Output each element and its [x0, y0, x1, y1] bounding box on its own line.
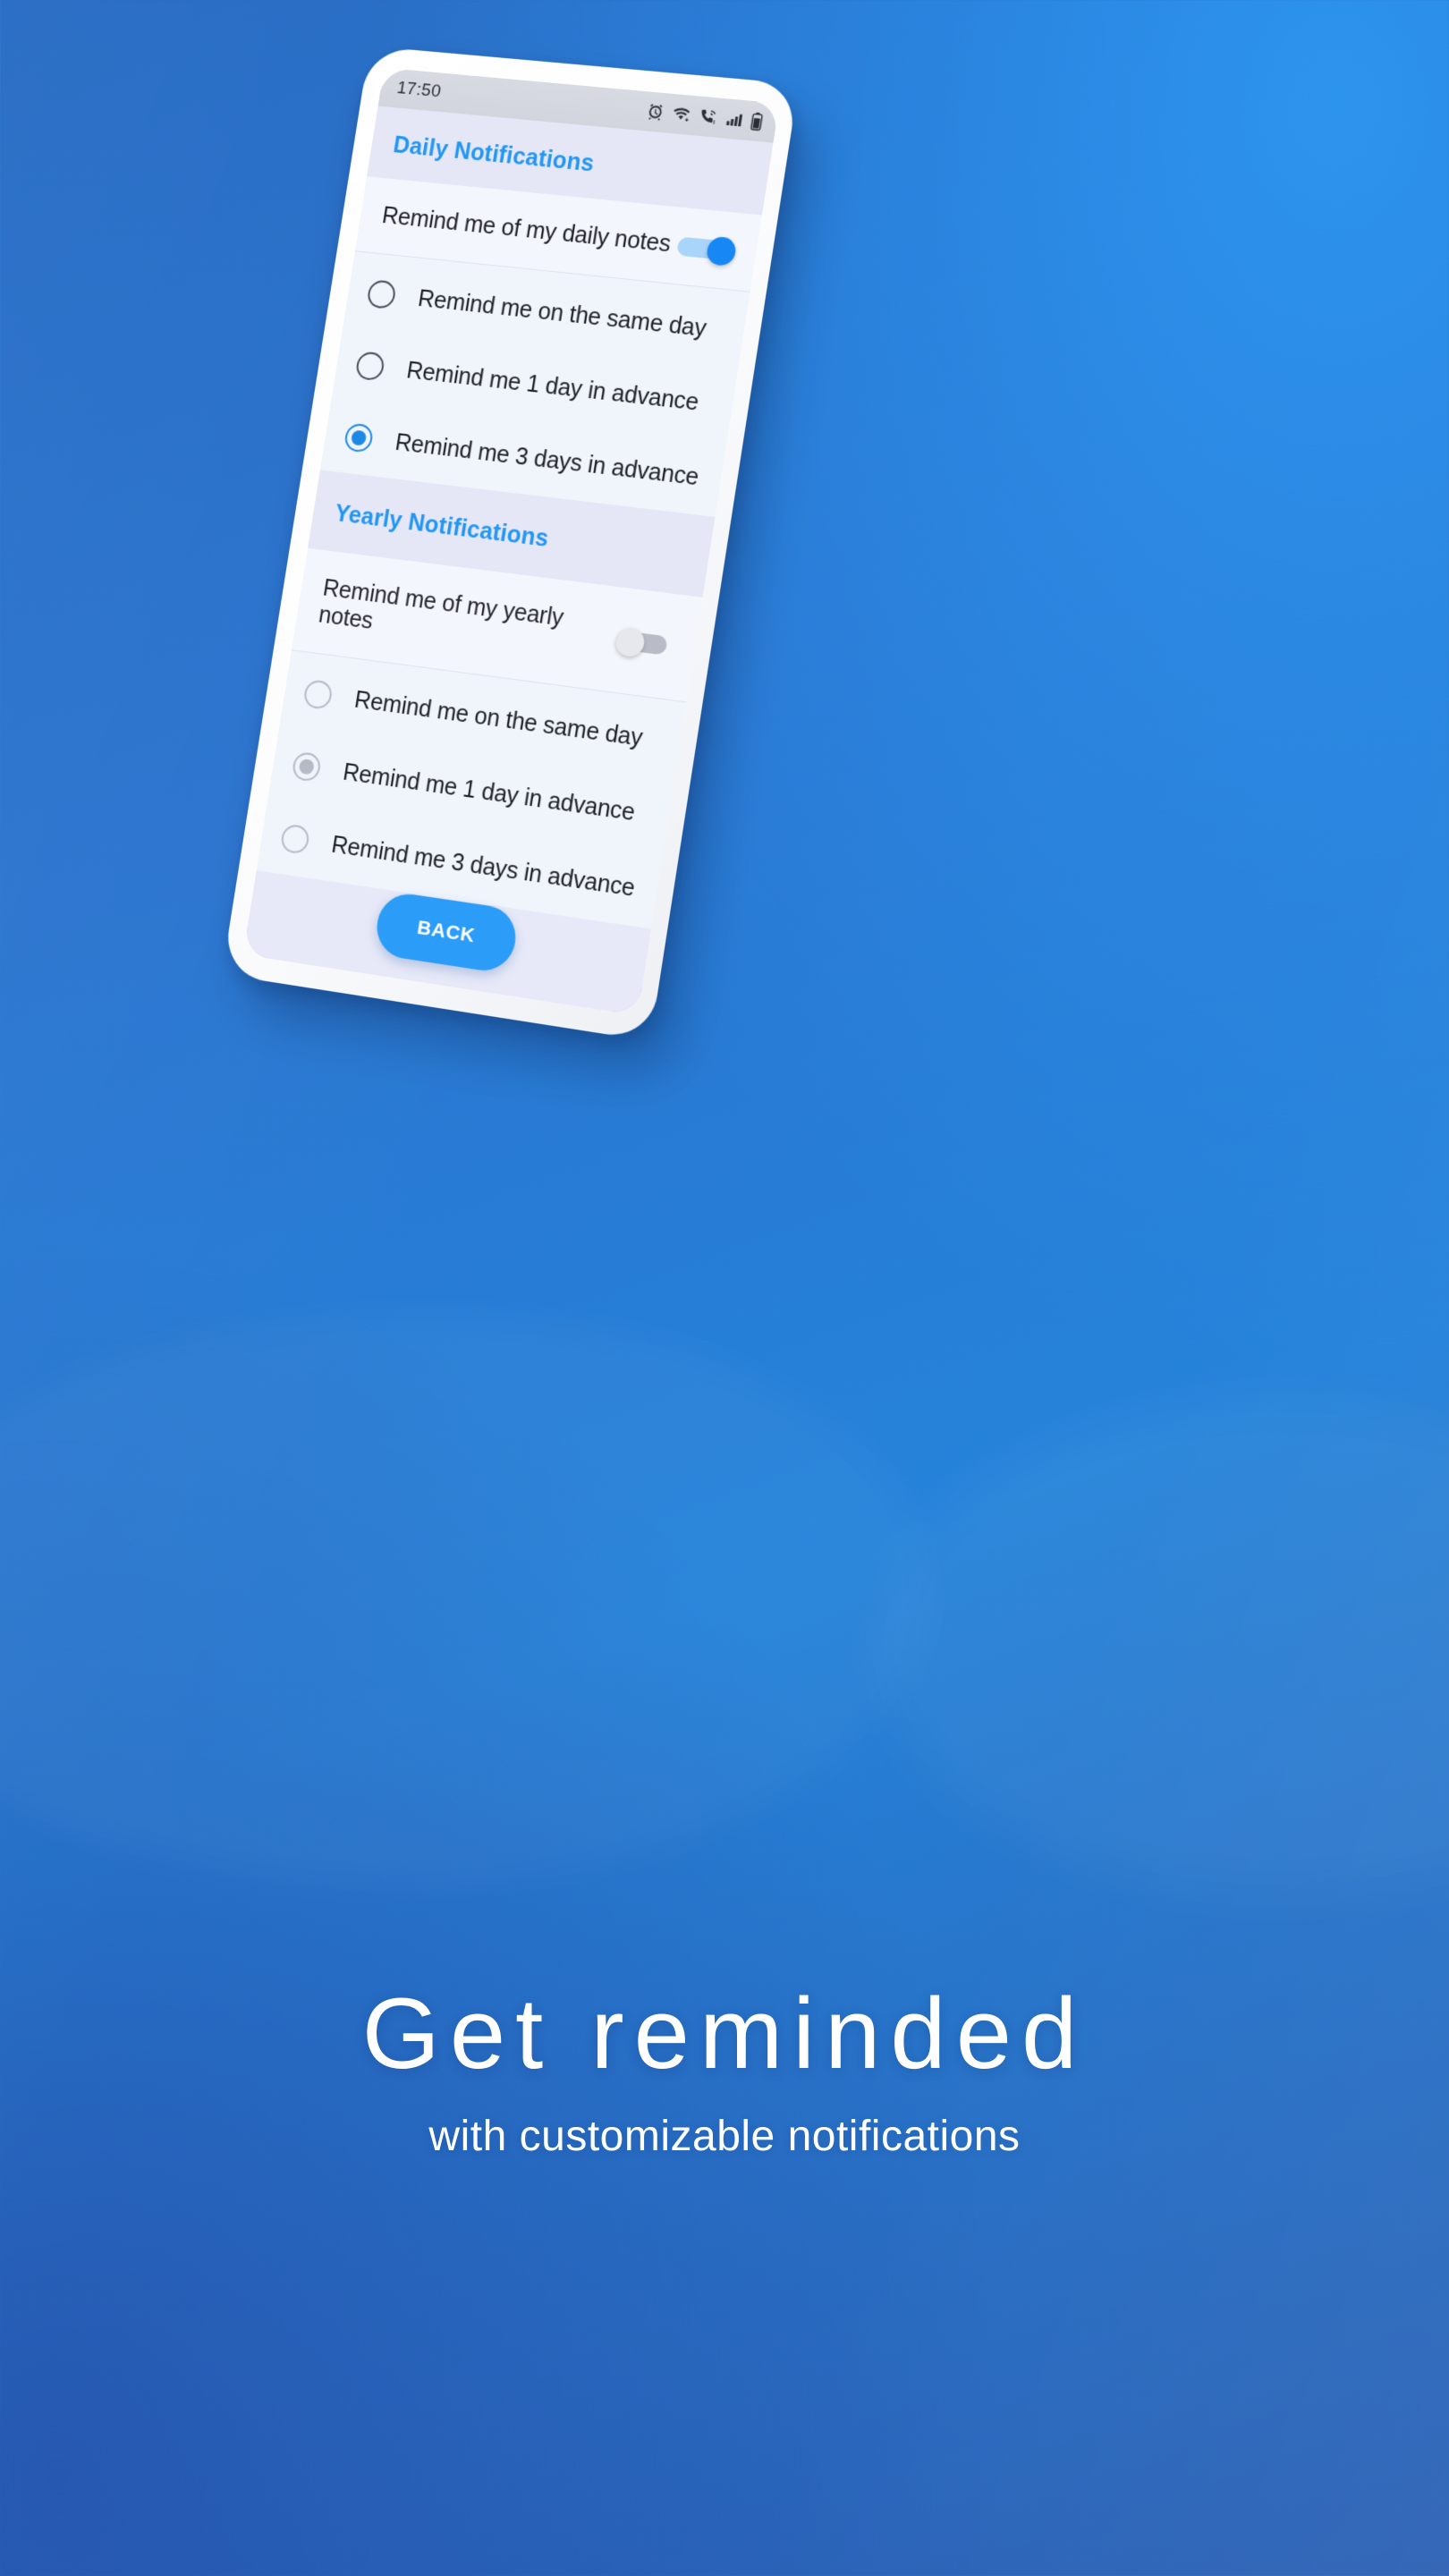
cellular-signal-icon	[724, 109, 745, 130]
toggle-thumb	[705, 235, 738, 267]
daily-notifications-toggle[interactable]	[676, 233, 738, 267]
background-blob-left	[0, 1315, 930, 1887]
promo-caption: Get reminded with customizable notificat…	[0, 1981, 1449, 2161]
radio-icon-selected[interactable]	[343, 422, 375, 453]
daily-switch-label: Remind me of my daily notes	[380, 202, 673, 258]
alarm-clock-icon	[645, 102, 666, 123]
daily-option-label: Remind me on the same day	[416, 284, 708, 342]
radio-icon[interactable]	[354, 351, 386, 382]
radio-icon-selected[interactable]	[291, 750, 323, 783]
radio-icon[interactable]	[279, 823, 311, 855]
back-button[interactable]: BACK	[372, 890, 521, 975]
yearly-switch-label: Remind me of my yearly notes	[317, 574, 565, 635]
toggle-track	[614, 630, 668, 656]
radio-icon[interactable]	[366, 279, 397, 310]
status-time: 17:50	[395, 78, 443, 102]
battery-icon	[749, 111, 765, 131]
phone-mockup: 17:50 Daily Notifications Remind me of m…	[222, 46, 799, 1041]
phone-stage: 17:50 Daily Notifications Remind me of m…	[0, 0, 1449, 1968]
toggle-thumb	[614, 626, 647, 658]
radio-icon[interactable]	[302, 678, 335, 711]
caption-title: Get reminded	[361, 1978, 1088, 2089]
daily-option-label: Remind me 3 days in advance	[393, 428, 701, 491]
wifi-icon	[670, 104, 693, 124]
daily-option-label: Remind me 1 day in advance	[404, 356, 701, 416]
wifi-calling-icon	[697, 106, 720, 127]
background-blob-right	[877, 1395, 1449, 1896]
yearly-notifications-toggle[interactable]	[614, 626, 676, 660]
toggle-track	[676, 235, 730, 260]
caption-subtitle: with customizable notifications	[428, 2112, 1021, 2160]
